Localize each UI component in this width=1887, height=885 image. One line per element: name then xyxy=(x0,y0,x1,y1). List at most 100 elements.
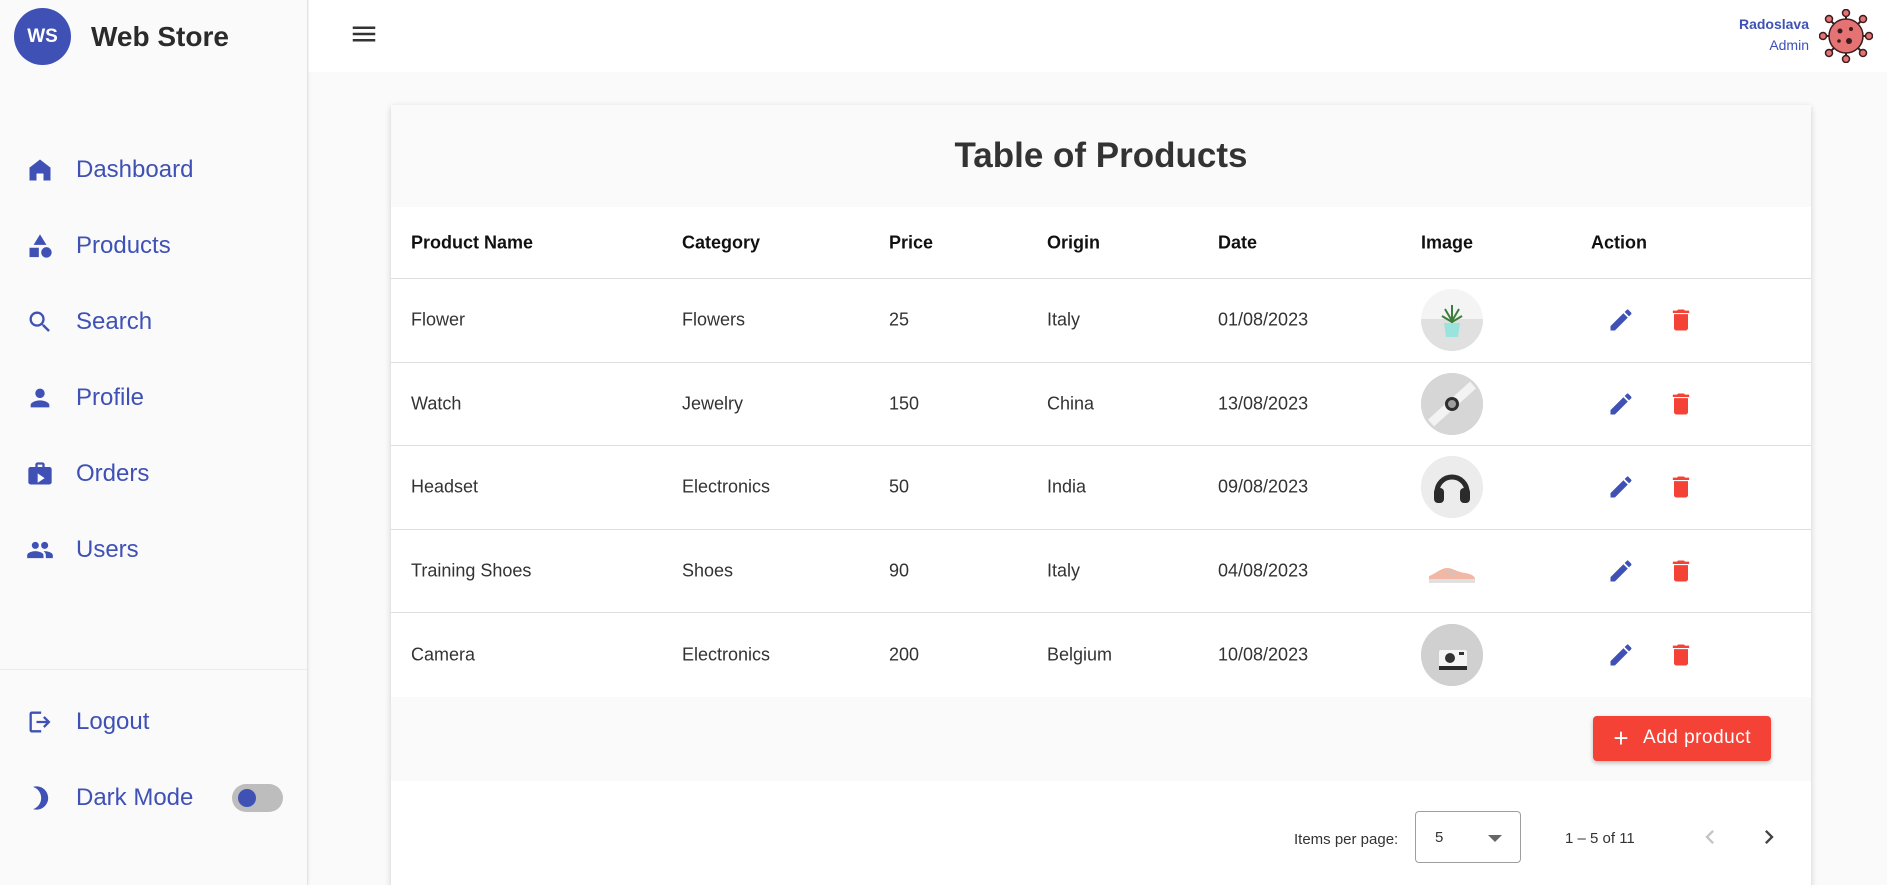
logout-button[interactable]: Logout xyxy=(0,684,307,760)
pencil-icon xyxy=(1610,644,1632,666)
page-title: Table of Products xyxy=(954,136,1248,175)
cell-origin: Belgium xyxy=(1047,644,1113,665)
category-icon xyxy=(26,232,54,260)
cell-price: 90 xyxy=(889,560,910,581)
table-row: Flower Flowers 25 Italy 01/08/2023 xyxy=(391,279,1811,363)
user-name: Radoslava xyxy=(1738,16,1809,32)
trash-icon xyxy=(1672,393,1690,415)
delete-button[interactable] xyxy=(1666,640,1696,670)
cell-product-name: Flower xyxy=(411,309,466,330)
sidebar-item-dashboard[interactable]: Dashboard xyxy=(0,132,307,208)
plus-icon: + xyxy=(1613,723,1630,754)
sidebar-item-search[interactable]: Search xyxy=(0,284,307,360)
dark-mode-row: Dark Mode xyxy=(0,760,307,836)
logout-label: Logout xyxy=(76,708,150,735)
shoes-thumbnail xyxy=(1421,540,1483,603)
sidebar-item-profile[interactable]: Profile xyxy=(0,360,307,436)
table-row: Headset Electronics 50 India 09/08/2023 xyxy=(391,446,1811,530)
cell-product-name: Training Shoes xyxy=(411,560,532,581)
row-actions xyxy=(1606,556,1696,586)
table-header-row: Product Name Category Price Origin Date … xyxy=(391,207,1811,279)
people-icon xyxy=(26,536,54,564)
cell-origin: India xyxy=(1047,476,1087,497)
sidebar-item-orders[interactable]: Orders xyxy=(0,436,307,512)
dark-mode-label: Dark Mode xyxy=(76,784,194,811)
cell-date: 10/08/2023 xyxy=(1218,644,1309,665)
delete-button[interactable] xyxy=(1666,305,1696,335)
sidebar-bottom: Logout Dark Mode xyxy=(0,684,307,836)
col-header-image: Image xyxy=(1421,232,1474,252)
dark-mode-toggle[interactable] xyxy=(232,784,283,812)
add-product-button[interactable]: + Add product xyxy=(1593,715,1771,761)
col-header-category[interactable]: Category xyxy=(682,232,760,253)
edit-button[interactable] xyxy=(1606,389,1636,419)
brand[interactable]: WS Web Store xyxy=(14,8,229,65)
cell-price: 25 xyxy=(889,309,910,330)
moon-icon xyxy=(26,784,54,812)
cell-date: 09/08/2023 xyxy=(1218,476,1309,497)
next-page-button[interactable] xyxy=(1755,823,1783,851)
col-header-action: Action xyxy=(1591,232,1647,252)
cell-product-name: Camera xyxy=(411,644,476,665)
delete-button[interactable] xyxy=(1666,556,1696,586)
home-icon xyxy=(26,156,54,184)
trash-icon xyxy=(1672,644,1690,666)
edit-button[interactable] xyxy=(1606,305,1636,335)
trash-icon xyxy=(1672,560,1690,582)
col-header-product-name[interactable]: Product Name xyxy=(411,232,533,253)
sidebar-item-label: Orders xyxy=(76,460,150,487)
page-range-label: 1 – 5 of 11 xyxy=(1565,829,1635,847)
sidebar-item-products[interactable]: Products xyxy=(0,208,307,284)
pencil-icon xyxy=(1610,393,1632,415)
col-header-date[interactable]: Date xyxy=(1218,232,1257,253)
search-icon xyxy=(26,308,54,336)
table-row: Watch Jewelry 150 China 13/08/2023 xyxy=(391,363,1811,447)
sidebar-item-label: Users xyxy=(76,536,139,563)
delete-button[interactable] xyxy=(1666,472,1696,502)
cell-category: Electronics xyxy=(682,644,771,665)
add-product-label: Add product xyxy=(1643,727,1751,749)
pencil-icon xyxy=(1610,476,1632,498)
products-table: Product Name Category Price Origin Date … xyxy=(391,207,1811,697)
items-per-page-select[interactable]: 5 xyxy=(1415,810,1521,863)
sidebar-item-label: Profile xyxy=(76,384,145,411)
cell-date: 13/08/2023 xyxy=(1218,393,1309,414)
cell-category: Jewelry xyxy=(682,393,744,414)
delete-button[interactable] xyxy=(1666,389,1696,419)
user-role: Admin xyxy=(1769,37,1809,53)
col-header-origin[interactable]: Origin xyxy=(1047,232,1100,253)
watch-thumbnail xyxy=(1421,372,1483,435)
camera-thumbnail xyxy=(1421,624,1483,687)
top-header: Radoslava Admin xyxy=(309,0,1887,72)
sidebar-item-label: Products xyxy=(76,232,171,259)
virus-avatar-icon[interactable] xyxy=(1818,8,1874,64)
previous-page-button[interactable] xyxy=(1696,823,1724,851)
paginator: Items per page: 5 1 – 5 of 11 xyxy=(391,781,1811,885)
items-per-page-value: 5 xyxy=(1435,828,1444,846)
col-header-price[interactable]: Price xyxy=(889,232,933,253)
cell-date: 01/08/2023 xyxy=(1218,309,1309,330)
row-actions xyxy=(1606,305,1696,335)
pencil-icon xyxy=(1610,560,1632,582)
edit-button[interactable] xyxy=(1606,556,1636,586)
cell-product-name: Headset xyxy=(411,476,479,497)
cell-date: 04/08/2023 xyxy=(1218,560,1309,581)
row-actions xyxy=(1606,389,1696,419)
cell-category: Shoes xyxy=(682,560,734,581)
headset-thumbnail xyxy=(1421,456,1483,519)
sidebar-item-label: Dashboard xyxy=(76,156,194,183)
edit-button[interactable] xyxy=(1606,640,1636,670)
edit-button[interactable] xyxy=(1606,472,1636,502)
sidebar-item-users[interactable]: Users xyxy=(0,512,307,588)
logout-icon xyxy=(26,708,54,736)
menu-icon[interactable] xyxy=(349,19,379,49)
cell-origin: Italy xyxy=(1047,309,1081,330)
chevron-right-icon xyxy=(1765,829,1774,844)
trash-icon xyxy=(1672,309,1690,331)
cell-product-name: Watch xyxy=(411,393,462,414)
sidebar: WS Web Store Dashboard Products Search P… xyxy=(0,0,308,885)
sidebar-divider xyxy=(0,669,307,670)
row-actions xyxy=(1606,640,1696,670)
caret-down-icon xyxy=(1488,834,1502,842)
user-info[interactable]: Radoslava Admin xyxy=(1739,16,1809,53)
